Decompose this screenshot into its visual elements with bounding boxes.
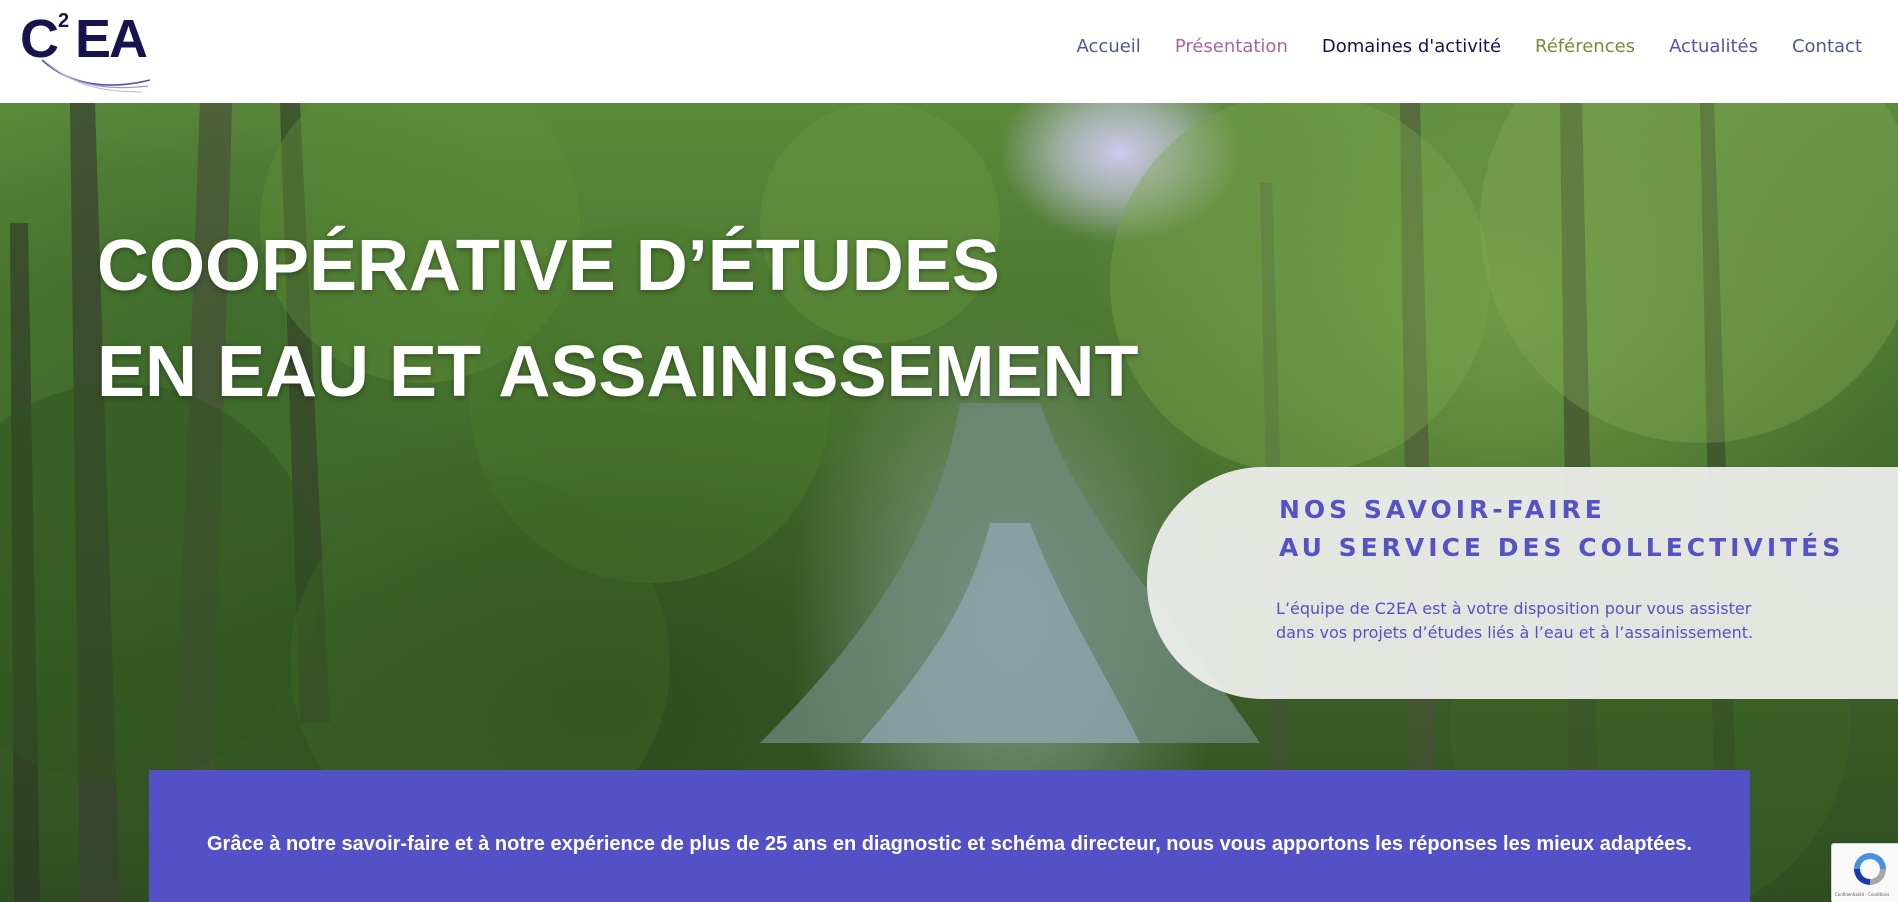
card-heading: NOS SAVOIR-FAIRE AU SERVICE DES COLLECTI… [1279,491,1844,567]
card-heading-line1: NOS SAVOIR-FAIRE [1279,495,1606,524]
banner-text: Grâce à notre savoir-faire et à notre ex… [207,833,1692,855]
hero-title: COOPÉRATIVE D’ÉTUDES EN EAU ET ASSAINISS… [97,213,1138,425]
recaptcha-icon [1854,853,1886,885]
recaptcha-links[interactable]: Confidentialité - Conditions [1835,892,1889,897]
main-nav: Accueil Présentation Domaines d'activité… [1077,36,1862,57]
hero-title-line2: EN EAU ET ASSAINISSEMENT [97,332,1139,412]
nav-item-presentation[interactable]: Présentation [1175,36,1288,57]
card-heading-line2: AU SERVICE DES COLLECTIVITÉS [1279,533,1845,562]
logo-superscript: 2 [58,10,70,32]
nav-item-domaines[interactable]: Domaines d'activité [1322,36,1501,57]
expertise-card: NOS SAVOIR-FAIRE AU SERVICE DES COLLECTI… [1147,467,1898,699]
hero-title-line1: COOPÉRATIVE D’ÉTUDES [97,226,1000,306]
card-description: L’équipe de C2EA est à votre disposition… [1276,599,1754,642]
nav-item-actualites[interactable]: Actualités [1669,36,1758,57]
experience-banner: Grâce à notre savoir-faire et à notre ex… [149,770,1750,902]
nav-item-references[interactable]: Références [1535,36,1635,57]
nav-item-accueil[interactable]: Accueil [1077,36,1141,57]
hero-section: COOPÉRATIVE D’ÉTUDES EN EAU ET ASSAINISS… [0,103,1898,902]
nav-item-contact[interactable]: Contact [1792,36,1862,57]
recaptcha-badge[interactable]: Confidentialité - Conditions [1831,843,1898,902]
site-header: C EA 2 Accueil Présentation Domaines d'ac… [0,0,1898,103]
site-logo[interactable]: C EA 2 [20,10,151,93]
logo-swoosh-icon [41,59,151,93]
